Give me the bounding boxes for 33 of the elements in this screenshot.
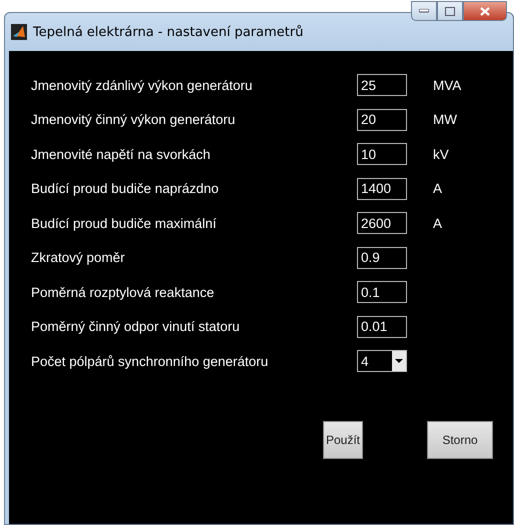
close-button[interactable] — [463, 1, 507, 21]
input-field[interactable]: 25 — [357, 74, 407, 96]
parameter-label: Jmenovité napětí na svorkách — [31, 146, 212, 162]
unit-label: MVA — [432, 78, 462, 93]
unit-label: A — [432, 216, 444, 231]
parameter-label: Budící proud budiče naprázdno — [31, 181, 220, 196]
parameter-label: Jmenovitý činný výkon generátoru — [31, 112, 236, 128]
maximize-icon — [445, 6, 455, 16]
input-field[interactable]: 1400 — [357, 178, 407, 200]
input-field[interactable]: 0.1 — [357, 281, 407, 304]
cancel-button[interactable]: Storno — [427, 420, 493, 458]
parameter-label: Budící proud budiče maximální — [31, 216, 218, 231]
dropdown-arrow-icon — [395, 359, 403, 364]
parameter-label: Poměrná rozptylová reaktance — [31, 284, 216, 300]
close-icon — [480, 6, 490, 16]
input-field[interactable]: 0.01 — [357, 316, 407, 338]
maximize-button[interactable] — [437, 1, 463, 21]
input-field[interactable]: 2600 — [357, 212, 407, 234]
parameter-label: Počet pólpárů synchronního generátoru — [31, 354, 270, 369]
input-field[interactable]: 0.9 — [357, 246, 407, 269]
apply-button[interactable]: Použít — [323, 420, 363, 458]
unit-label: MW — [432, 112, 458, 128]
app-icon — [11, 24, 27, 40]
parameter-label: Zkratový poměr — [31, 250, 126, 266]
parameter-label: Poměrný činný odpor vinutí statoru — [31, 319, 241, 334]
unit-label: A — [432, 181, 444, 196]
dropdown[interactable]: 4 — [357, 350, 407, 372]
parameter-label: Jmenovitý zdánlivý výkon generátoru — [31, 78, 254, 93]
window-title: Tepelná elektrárna - nastavení parametrů — [33, 24, 304, 40]
minimize-button[interactable] — [411, 1, 437, 21]
input-field[interactable]: 20 — [357, 108, 407, 131]
unit-label: kV — [432, 146, 450, 162]
input-field[interactable]: 10 — [357, 143, 407, 166]
